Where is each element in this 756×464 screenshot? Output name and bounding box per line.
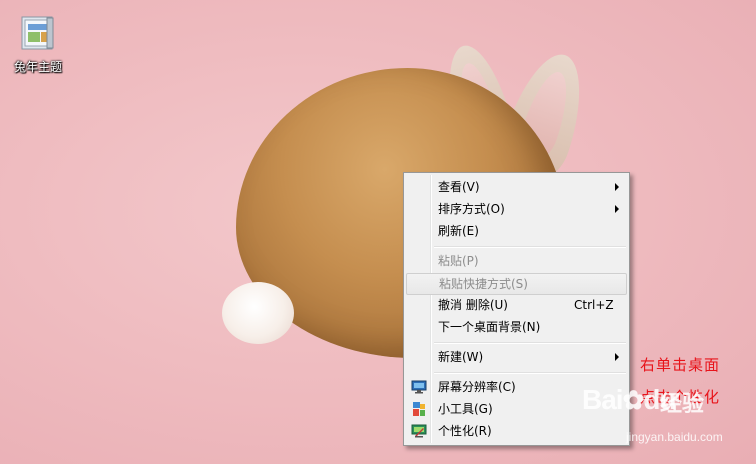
- menu-item-new[interactable]: 新建(W): [406, 346, 627, 368]
- menu-item-label: 新建(W): [438, 350, 484, 364]
- menu-item-label: 小工具(G): [438, 402, 493, 416]
- menu-item-label: 屏幕分辨率(C): [438, 380, 516, 394]
- desktop-icon-label: 兔年主题: [13, 60, 62, 74]
- folder-theme-icon: [19, 14, 57, 52]
- submenu-arrow-icon: [615, 353, 619, 361]
- watermark-url: jingyan.baidu.com: [626, 430, 723, 444]
- monitor-icon: [411, 379, 427, 395]
- menu-item-paste[interactable]: 粘贴(P): [406, 250, 627, 272]
- menu-item-label: 个性化(R): [438, 424, 492, 438]
- desktop-icon-theme[interactable]: 兔年主题: [8, 14, 68, 75]
- menu-item-sort-by[interactable]: 排序方式(O): [406, 198, 627, 220]
- personalize-icon: [411, 423, 427, 439]
- menu-separator: [434, 342, 626, 344]
- menu-separator: [434, 246, 626, 248]
- menu-item-label: 下一个桌面背景(N): [438, 320, 541, 334]
- watermark-brand-cn: 经验: [660, 392, 705, 417]
- paw-icon: ✿: [622, 385, 645, 415]
- menu-item-label: 粘贴快捷方式(S): [439, 277, 528, 291]
- menu-item-label: 排序方式(O): [438, 202, 505, 216]
- rabbit-tail: [222, 282, 294, 344]
- submenu-arrow-icon: [615, 205, 619, 213]
- menu-item-undo-delete[interactable]: 撤消 删除(U) Ctrl+Z: [406, 294, 627, 316]
- menu-item-label: 查看(V): [438, 180, 480, 194]
- rabbit-left-ear: [435, 38, 523, 178]
- menu-item-label: 撤消 删除(U): [438, 298, 508, 312]
- menu-item-paste-shortcut[interactable]: 粘贴快捷方式(S): [406, 273, 627, 295]
- menu-item-refresh[interactable]: 刷新(E): [406, 220, 627, 242]
- gadgets-icon: [411, 401, 427, 417]
- desktop[interactable]: 兔年主题 查看(V) 排序方式(O) 刷新(E) 粘贴(P) 粘贴快捷方式(S)…: [0, 0, 756, 464]
- rabbit-right-ear: [493, 44, 597, 190]
- menu-item-label: 粘贴(P): [438, 254, 479, 268]
- annotation-line-1: 右单击桌面: [640, 356, 721, 374]
- watermark-brand: Bai: [582, 384, 624, 415]
- menu-item-personalize[interactable]: 个性化(R): [406, 420, 627, 442]
- menu-item-label: 刷新(E): [438, 224, 479, 238]
- submenu-arrow-icon: [615, 183, 619, 191]
- menu-item-next-background[interactable]: 下一个桌面背景(N): [406, 316, 627, 338]
- menu-item-view[interactable]: 查看(V): [406, 176, 627, 198]
- menu-separator: [434, 372, 626, 374]
- menu-item-shortcut: Ctrl+Z: [574, 298, 614, 312]
